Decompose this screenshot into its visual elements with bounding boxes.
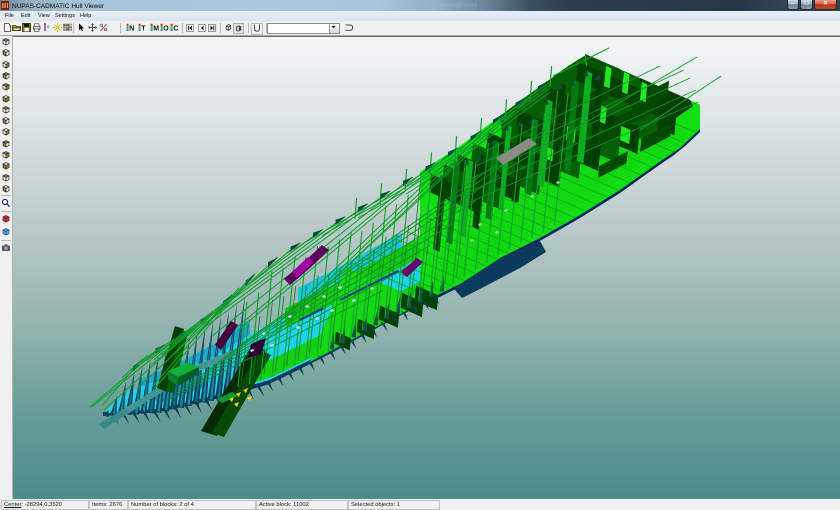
svg-text:N: N [129, 26, 134, 32]
svg-text:T: T [141, 26, 146, 32]
svg-text:O: O [163, 26, 169, 32]
svg-text:C: C [173, 26, 178, 32]
svg-text:M: M [153, 26, 159, 32]
